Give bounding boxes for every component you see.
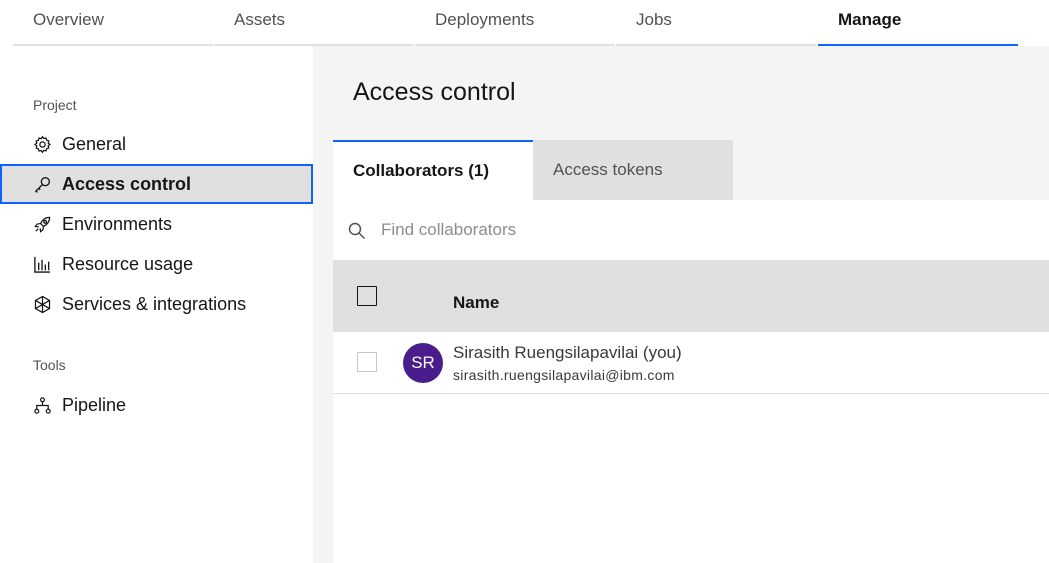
integrations-icon — [32, 294, 52, 314]
sidebar-item-label: General — [62, 133, 127, 154]
tab-jobs[interactable]: Jobs — [616, 0, 816, 46]
row-checkbox[interactable] — [357, 352, 377, 372]
bar-chart-icon — [32, 254, 52, 274]
tab-overview[interactable]: Overview — [13, 0, 213, 46]
sidebar-item-label: Pipeline — [62, 394, 127, 415]
search-bar — [333, 200, 1049, 260]
table-row: SR Sirasith Ruengsilapavilai (you) siras… — [333, 332, 1049, 394]
column-header-name[interactable]: Name — [453, 293, 499, 313]
sidebar-item-label: Resource usage — [62, 253, 194, 274]
key-icon — [32, 174, 52, 194]
gear-icon — [32, 134, 52, 154]
content-tabs: Collaborators (1) Access tokens — [333, 140, 1049, 200]
search-icon — [347, 221, 367, 241]
tab-collaborators[interactable]: Collaborators (1) — [333, 140, 533, 200]
sidebar-item-resource-usage[interactable]: Resource usage — [0, 244, 313, 284]
sidebar: Project General Access control Environme… — [0, 46, 313, 563]
search-input[interactable] — [381, 212, 1021, 248]
sidebar-item-access-control[interactable]: Access control — [0, 164, 313, 204]
page-title: Access control — [353, 78, 516, 106]
tab-deployments[interactable]: Deployments — [415, 0, 615, 46]
sidebar-item-label: Environments — [62, 213, 173, 234]
sidebar-item-environments[interactable]: Environments — [0, 204, 313, 244]
sidebar-item-label: Access control — [62, 173, 192, 194]
sidebar-item-pipeline[interactable]: Pipeline — [0, 385, 313, 425]
collaborator-email: sirasith.ruengsilapavilai@ibm.com — [453, 367, 675, 383]
pipeline-icon — [32, 395, 52, 415]
select-all-checkbox[interactable] — [357, 286, 377, 306]
sidebar-item-label: Services & integrations — [62, 293, 247, 314]
avatar: SR — [403, 343, 443, 383]
tab-access-tokens[interactable]: Access tokens — [533, 140, 733, 200]
top-tab-bar: Overview Assets Deployments Jobs Manage — [0, 0, 1049, 46]
sidebar-item-general[interactable]: General — [0, 124, 313, 164]
table-header: Name — [333, 260, 1049, 332]
collaborators-panel: Collaborators (1) Access tokens Name SR … — [333, 140, 1049, 563]
sidebar-heading-project: Project — [33, 97, 77, 113]
tab-assets[interactable]: Assets — [214, 0, 414, 46]
sidebar-heading-tools: Tools — [33, 357, 66, 373]
main-content: Access control Collaborators (1) Access … — [313, 46, 1049, 563]
tab-manage[interactable]: Manage — [818, 0, 1018, 46]
collaborator-name: Sirasith Ruengsilapavilai (you) — [453, 343, 682, 362]
rocket-icon — [32, 214, 52, 234]
sidebar-item-services-integrations[interactable]: Services & integrations — [0, 284, 313, 324]
